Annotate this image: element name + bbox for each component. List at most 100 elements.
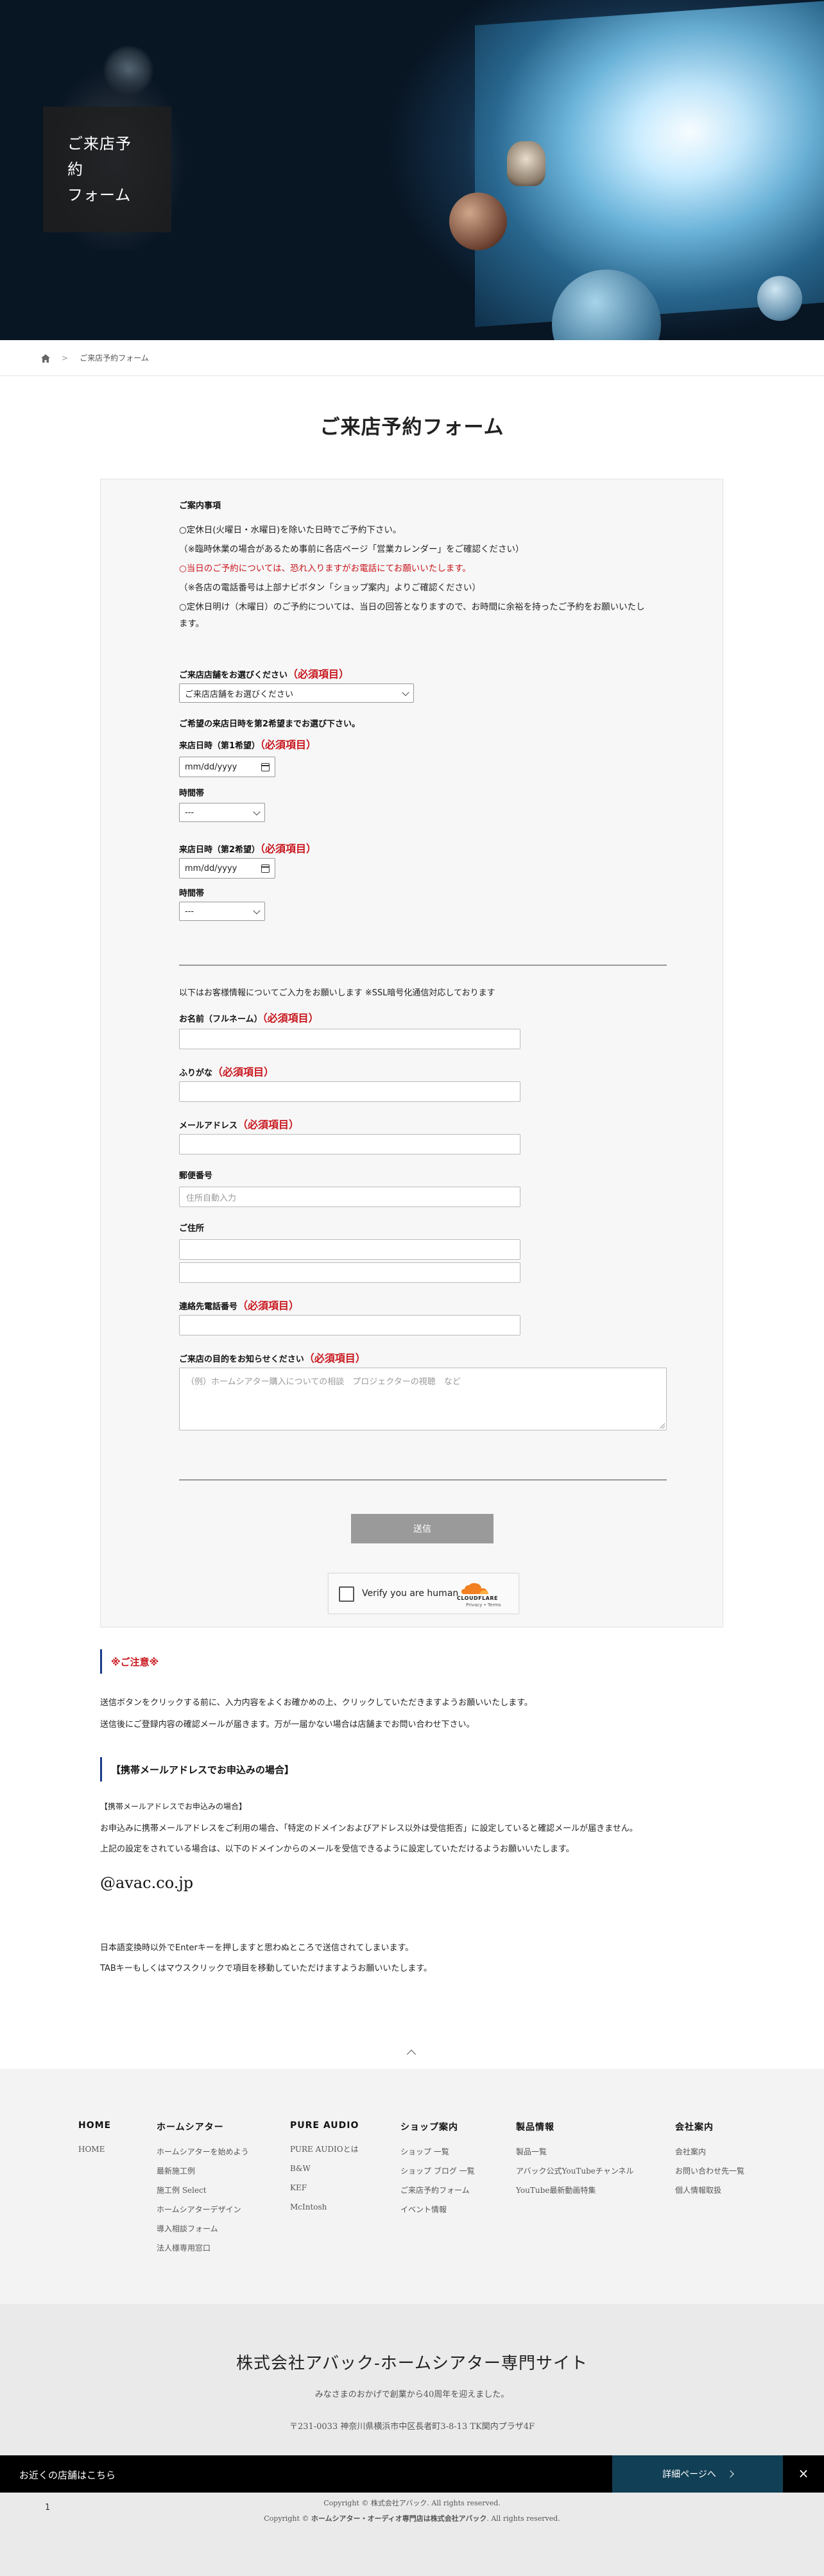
required-mark: （必須項目）: [260, 739, 317, 751]
copyright: 1 Copyright © 株式会社アバック. All rights reser…: [0, 2493, 824, 2576]
footer-link[interactable]: ご来店予約フォーム: [400, 2181, 475, 2200]
footer-link[interactable]: 施工例 Select: [157, 2181, 249, 2200]
company-name: 株式会社アバック-ホームシアター専門サイト: [236, 2354, 588, 2373]
hero-planet-image: [449, 193, 507, 250]
footer-link[interactable]: 会社案内: [675, 2142, 744, 2161]
footer-column-pure-audio: PURE AUDIO PURE AUDIOとは B&W KEF McIntosh: [290, 2120, 359, 2217]
footer-link[interactable]: PURE AUDIOとは: [290, 2140, 359, 2159]
footer-column-heading: HOME: [78, 2120, 112, 2131]
caution-line: 送信ボタンをクリックする前に、入力内容をよくお確かめの上、クリックしていただきま…: [100, 1698, 533, 1708]
footer-column-shop: ショップ案内 ショップ 一覧 ショップ ブログ 一覧 ご来店予約フォーム イベン…: [400, 2120, 475, 2219]
breadcrumb-current: ご来店予約フォーム: [80, 354, 149, 363]
time2-label: 時間帯: [179, 889, 205, 898]
detail-page-button[interactable]: 詳細ページへ: [612, 2455, 783, 2493]
mobile-heading: 【携帯メールアドレスでお申込みの場合】: [100, 1757, 294, 1782]
chevron-right-icon: [726, 2470, 734, 2478]
zip-input[interactable]: 住所自動入力: [179, 1187, 520, 1207]
customer-intro: 以下はお客様情報についてご入力をお願いします ※SSL暗号化通信対応しております: [179, 988, 495, 998]
phone-label: 連絡先電話番号（必須項目）: [179, 1300, 300, 1312]
footer-column-heading: ショップ案内: [400, 2122, 458, 2133]
footer-link[interactable]: アバック公式YouTubeチャンネル: [516, 2161, 634, 2181]
footer-link[interactable]: KEF: [290, 2178, 359, 2197]
required-mark: （必須項目）: [262, 1012, 319, 1024]
mobile-line: 上記の設定をされている場合は、以下のドメインからのメールを受信できるように設定し…: [100, 1844, 574, 1854]
time2-select[interactable]: ---: [179, 902, 265, 921]
divider: [179, 965, 667, 966]
footer-link[interactable]: ショップ 一覧: [400, 2142, 475, 2161]
hero-title-box: ご来店予約 フォーム: [43, 107, 171, 232]
hero-title: ご来店予約 フォーム: [67, 135, 132, 204]
required-mark: （必須項目）: [237, 1300, 300, 1312]
captcha-links[interactable]: Privacy • Terms: [466, 1602, 501, 1608]
footer-link[interactable]: 個人情報取扱: [675, 2181, 744, 2200]
time1-label: 時間帯: [179, 789, 205, 798]
footer-link[interactable]: YouTube最新動画特集: [516, 2181, 634, 2200]
submit-button[interactable]: 送信: [351, 1514, 494, 1543]
time1-select[interactable]: ---: [179, 803, 265, 822]
required-mark: （必須項目）: [237, 1119, 300, 1131]
footer-link[interactable]: ホームシアターを始めよう: [157, 2142, 249, 2161]
footer-link[interactable]: 最新施工例: [157, 2161, 249, 2181]
allowed-domain: @avac.co.jp: [100, 1874, 194, 1892]
store-sticky-bar: お近くの店舗はこちら 詳細ページへ ×: [0, 2455, 824, 2493]
notice-line: ます。: [179, 619, 205, 629]
calendar-icon[interactable]: [261, 763, 270, 771]
footer-column-heading: PURE AUDIO: [290, 2120, 359, 2131]
close-icon[interactable]: ×: [796, 2466, 811, 2481]
footer-column-heading: 製品情報: [516, 2122, 554, 2133]
required-mark: （必須項目）: [304, 1352, 366, 1364]
footer-link[interactable]: HOME: [78, 2140, 111, 2159]
required-mark: （必須項目）: [260, 843, 317, 855]
captcha-checkbox[interactable]: [339, 1586, 354, 1602]
name-input[interactable]: [179, 1029, 520, 1049]
enter-note-line: TABキーもしくはマウスクリックで項目を移動していただけますようお願いいたします…: [100, 1964, 433, 1973]
back-to-top-icon[interactable]: [406, 2047, 417, 2059]
footer-link[interactable]: McIntosh: [290, 2197, 359, 2217]
divider: [179, 1479, 667, 1481]
resize-handle-icon[interactable]: [660, 1423, 665, 1429]
datetime-intro: ご希望の来店日時を第2希望までお選び下さい。: [179, 719, 361, 729]
sticky-label: お近くの店舗はこちら: [19, 2469, 116, 2481]
footer-link[interactable]: 導入相談フォーム: [157, 2219, 249, 2238]
footer-link[interactable]: B&W: [290, 2159, 359, 2178]
footer-link[interactable]: 製品一覧: [516, 2142, 634, 2161]
reservation-form: ご案内事項 ○定休日(火曜日・水曜日)を除いた日時でご予約下さい。 （※臨時休業…: [100, 479, 723, 1627]
home-icon[interactable]: [41, 354, 50, 363]
copyright-line: Copyright © 株式会社アバック. All rights reserve…: [323, 2499, 501, 2507]
required-mark: （必須項目）: [288, 668, 350, 680]
address-input-2[interactable]: [179, 1262, 520, 1283]
email-input[interactable]: [179, 1134, 520, 1155]
footer-link[interactable]: お問い合わせ先一覧: [675, 2161, 744, 2181]
email-label: メールアドレス（必須項目）: [179, 1119, 300, 1131]
notice-heading: ご案内事項: [179, 501, 221, 511]
copyright-line: Copyright © ホームシアター・オーディオ専門店は株式会社アバック. A…: [264, 2514, 560, 2523]
footer-link[interactable]: 法人様専用窓口: [157, 2238, 249, 2258]
purpose-label: ご来店の目的をお知らせください（必須項目）: [179, 1352, 366, 1364]
footer-link[interactable]: ショップ ブログ 一覧: [400, 2161, 475, 2181]
store-select[interactable]: ご来店店舗をお選びください: [179, 683, 414, 703]
calendar-icon[interactable]: [261, 864, 270, 873]
cloudflare-logo-icon: [461, 1583, 488, 1594]
captcha-brand: CLOUDFLARE: [457, 1595, 498, 1601]
notice-line: ○定休日明け（木曜日）のご予約については、当日の回答となりますので、お時間に余裕…: [179, 602, 645, 612]
name-label: お名前（フルネーム）（必須項目）: [179, 1012, 319, 1024]
mobile-line: お申込みに携帯メールアドレスをご利用の場合、「特定のドメインおよびアドレス以外は…: [100, 1824, 638, 1833]
hero-astronaut-image: [507, 141, 545, 186]
notice-line-warning: ○当日のご予約については、恐れ入りますがお電話にてお願いいたします。: [179, 563, 471, 574]
footer-link[interactable]: イベント情報: [400, 2200, 475, 2219]
purpose-textarea[interactable]: （例）ホームシアター購入についての相談 プロジェクターの視聴 など: [179, 1368, 667, 1430]
captcha-widget: Verify you are human CLOUDFLARE Privacy …: [328, 1573, 519, 1614]
phone-input[interactable]: [179, 1315, 520, 1335]
footer-link[interactable]: ホームシアターデザイン: [157, 2200, 249, 2219]
zip-label: 郵便番号: [179, 1171, 213, 1181]
notice-line: ○定休日(火曜日・水曜日)を除いた日時でご予約下さい。: [179, 525, 402, 535]
date2-input[interactable]: mm/dd/yyyy: [179, 858, 275, 879]
kana-input[interactable]: [179, 1081, 520, 1102]
chevron-down-icon: [402, 689, 409, 696]
address-input-1[interactable]: [179, 1239, 520, 1260]
footer-column-products: 製品情報 製品一覧 アバック公式YouTubeチャンネル YouTube最新動画…: [516, 2120, 634, 2200]
date1-input[interactable]: mm/dd/yyyy: [179, 757, 275, 777]
company-info: 株式会社アバック-ホームシアター専門サイト みなさまのおかげで創業から40周年を…: [0, 2304, 824, 2455]
notice-line: （※臨時休業の場合があるため事前に各店ページ「営業カレンダー」をご確認ください）: [179, 544, 524, 554]
footer-column-home-theater: ホームシアター ホームシアターを始めよう 最新施工例 施工例 Select ホー…: [157, 2120, 249, 2258]
